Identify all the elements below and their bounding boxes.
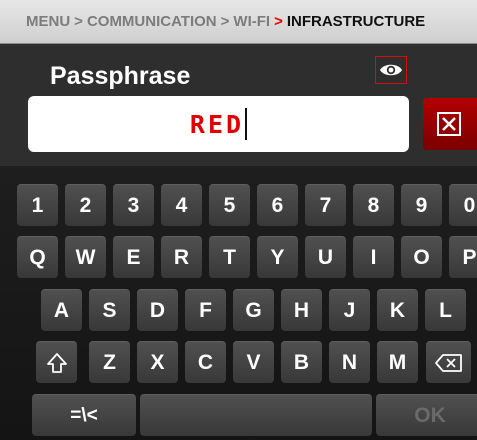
eye-icon [380,64,402,76]
key-8[interactable]: 8 [353,184,394,226]
breadcrumb-separator: > [220,13,230,30]
key-l[interactable]: L [425,289,466,331]
keyboard-row-numbers: 1234567890 [0,184,477,226]
breadcrumb-wifi[interactable]: WI-FI [233,13,270,30]
passphrase-value: RED [189,109,245,139]
key-0[interactable]: 0 [449,184,477,226]
key-3[interactable]: 3 [113,184,154,226]
key-d[interactable]: D [137,289,178,331]
key-a[interactable]: A [41,289,82,331]
key-p[interactable]: P [449,236,477,278]
key-r[interactable]: R [161,236,202,278]
key-c[interactable]: C [185,341,226,383]
key-k[interactable]: K [377,289,418,331]
key-z[interactable]: Z [89,341,130,383]
space-key[interactable] [140,394,372,436]
backspace-icon [434,353,462,372]
key-v[interactable]: V [233,341,274,383]
key-o[interactable]: O [401,236,442,278]
key-7[interactable]: 7 [305,184,346,226]
key-2[interactable]: 2 [65,184,106,226]
key-w[interactable]: W [65,236,106,278]
key-m[interactable]: M [377,341,418,383]
key-4[interactable]: 4 [161,184,202,226]
text-caret [245,108,248,140]
key-6[interactable]: 6 [257,184,298,226]
clear-icon [437,112,461,136]
shift-key[interactable] [36,341,77,383]
key-q[interactable]: Q [17,236,58,278]
key-t[interactable]: T [209,236,250,278]
breadcrumb-menu[interactable]: MENU [26,13,70,30]
key-s[interactable]: S [89,289,130,331]
key-u[interactable]: U [305,236,346,278]
key-h[interactable]: H [281,289,322,331]
passphrase-panel: Passphrase RED [0,44,477,166]
keyboard-row-asdf: ASDFGHJKL [0,289,477,331]
key-y[interactable]: Y [257,236,298,278]
keyboard-row-qwerty: QWERTYUIOP [0,236,477,278]
key-b[interactable]: B [281,341,322,383]
symbols-key[interactable]: =\< [32,394,136,436]
key-e[interactable]: E [113,236,154,278]
backspace-key[interactable] [426,341,471,383]
keyboard-row-zxcv: ZXCVBNM [0,341,477,383]
key-f[interactable]: F [185,289,226,331]
key-5[interactable]: 5 [209,184,250,226]
key-1[interactable]: 1 [17,184,58,226]
passphrase-input[interactable]: RED [28,96,409,152]
ok-button[interactable]: OK [376,394,477,436]
page-title: Passphrase [50,62,191,90]
breadcrumb-current: INFRASTRUCTURE [286,13,426,30]
breadcrumb-communication[interactable]: COMMUNICATION [87,13,217,30]
breadcrumb-separator: > [74,13,83,30]
key-n[interactable]: N [329,341,370,383]
keyboard-row-functions: =\< OK [0,394,477,436]
on-screen-keyboard: 1234567890 QWERTYUIOP ASDFGHJKL ZXCVBNM … [0,166,477,440]
shift-icon [46,352,67,373]
breadcrumb: MENU > COMMUNICATION > WI-FI > INFRASTRU… [0,0,477,44]
breadcrumb-separator-active: > [274,13,283,30]
show-passphrase-button[interactable] [375,56,407,84]
key-x[interactable]: X [137,341,178,383]
key-g[interactable]: G [233,289,274,331]
clear-button[interactable] [423,98,477,150]
key-i[interactable]: I [353,236,394,278]
key-9[interactable]: 9 [401,184,442,226]
key-j[interactable]: J [329,289,370,331]
